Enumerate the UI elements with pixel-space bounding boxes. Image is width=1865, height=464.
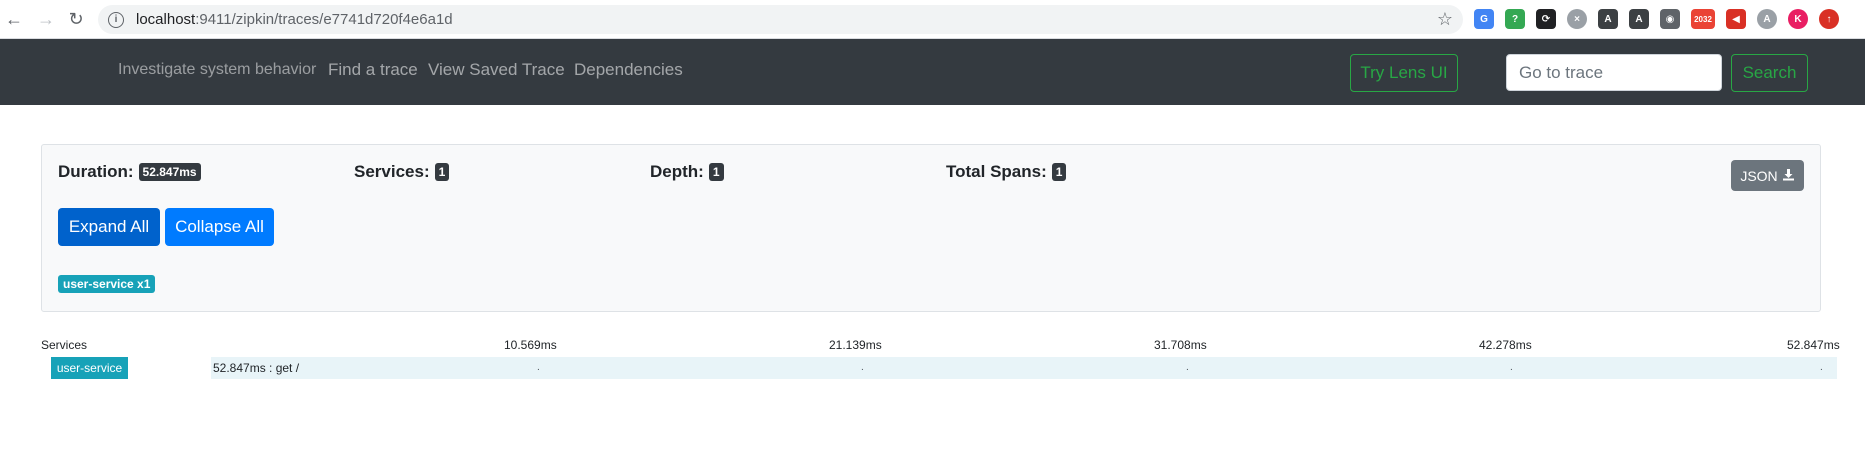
- bookmark-star-icon[interactable]: ☆: [1437, 9, 1453, 30]
- services-stat: Services: 1: [354, 162, 450, 182]
- browser-toolbar: ← → ↻ i localhost:9411/zipkin/traces/e77…: [0, 0, 1865, 39]
- total-spans-stat: Total Spans: 1: [946, 162, 1067, 182]
- expand-all-button[interactable]: Expand All: [58, 208, 160, 246]
- timeline-tick: 42.278ms: [1479, 338, 1532, 352]
- span-label: 52.847ms : get /: [213, 361, 300, 375]
- depth-badge: 1: [708, 163, 724, 181]
- tag-icon[interactable]: ?: [1505, 9, 1525, 29]
- circle-a-icon[interactable]: A: [1757, 9, 1777, 29]
- nav-find-trace[interactable]: Find a trace: [328, 60, 418, 80]
- tick-marker: .: [1820, 362, 1823, 373]
- navbar-brand[interactable]: Investigate system behavior: [118, 61, 316, 79]
- reload-icon[interactable]: ↻: [62, 5, 90, 33]
- total-spans-label: Total Spans:: [946, 162, 1047, 181]
- megaphone-icon[interactable]: ◀: [1726, 9, 1746, 29]
- url-path: :9411/zipkin/traces/e7741d720f4e6a1d: [195, 11, 453, 28]
- forward-icon[interactable]: →: [32, 5, 60, 33]
- search-button[interactable]: Search: [1731, 54, 1808, 92]
- download-icon: [1782, 168, 1795, 184]
- profile-icon[interactable]: K: [1788, 9, 1808, 29]
- address-bar[interactable]: i localhost:9411/zipkin/traces/e7741d720…: [98, 5, 1463, 34]
- duration-label: Duration:: [58, 162, 134, 181]
- trace-summary-card: Duration: 52.847ms Services: 1 Depth: 1 …: [41, 144, 1821, 312]
- mail-icon[interactable]: 2032: [1691, 9, 1715, 29]
- timeline-tick: 31.708ms: [1154, 338, 1207, 352]
- collapse-all-button[interactable]: Collapse All: [165, 208, 274, 246]
- json-button-label: JSON: [1740, 167, 1778, 184]
- service-count-badge[interactable]: user-service x1: [58, 275, 156, 293]
- nav-view-saved-trace[interactable]: View Saved Trace: [428, 60, 565, 80]
- timeline-tick: 21.139ms: [829, 338, 882, 352]
- go-to-trace-input[interactable]: [1506, 54, 1722, 91]
- timeline-tick: 52.847ms: [1787, 338, 1840, 352]
- depth-stat: Depth: 1: [650, 162, 724, 182]
- angular-icon[interactable]: A: [1629, 9, 1649, 29]
- gray-circle-icon[interactable]: ×: [1567, 9, 1587, 29]
- back-icon[interactable]: ←: [0, 5, 28, 33]
- site-info-icon[interactable]: i: [108, 11, 124, 28]
- a-square-icon[interactable]: A: [1598, 9, 1618, 29]
- tick-marker: .: [537, 362, 540, 373]
- timeline-tick: 10.569ms: [504, 338, 557, 352]
- tick-marker: .: [1186, 362, 1189, 373]
- json-download-button[interactable]: JSON: [1731, 160, 1804, 191]
- timeline-services-header: Services: [41, 338, 88, 352]
- span-service-name[interactable]: user-service: [51, 357, 128, 379]
- try-lens-ui-button[interactable]: Try Lens UI: [1350, 54, 1458, 92]
- tick-marker: .: [861, 362, 864, 373]
- glasses-icon[interactable]: ◉: [1660, 9, 1680, 29]
- sync-icon[interactable]: ⟳: [1536, 9, 1556, 29]
- duration-badge: 52.847ms: [138, 163, 201, 181]
- span-row[interactable]: [211, 357, 1837, 379]
- upload-icon[interactable]: ↑: [1819, 9, 1839, 29]
- duration-stat: Duration: 52.847ms: [58, 162, 201, 182]
- translate-icon[interactable]: G: [1474, 9, 1494, 29]
- total-spans-badge: 1: [1051, 163, 1067, 181]
- depth-label: Depth:: [650, 162, 704, 181]
- extensions-bar: G? ⟳ × A A ◉ 2032 ◀ A K ↑: [1474, 9, 1839, 29]
- zipkin-navbar: Investigate system behavior Find a trace…: [0, 39, 1865, 105]
- tick-marker: .: [1510, 362, 1513, 373]
- services-label: Services:: [354, 162, 430, 181]
- nav-dependencies[interactable]: Dependencies: [574, 60, 683, 80]
- url-host: localhost: [136, 11, 196, 28]
- services-badge: 1: [434, 163, 450, 181]
